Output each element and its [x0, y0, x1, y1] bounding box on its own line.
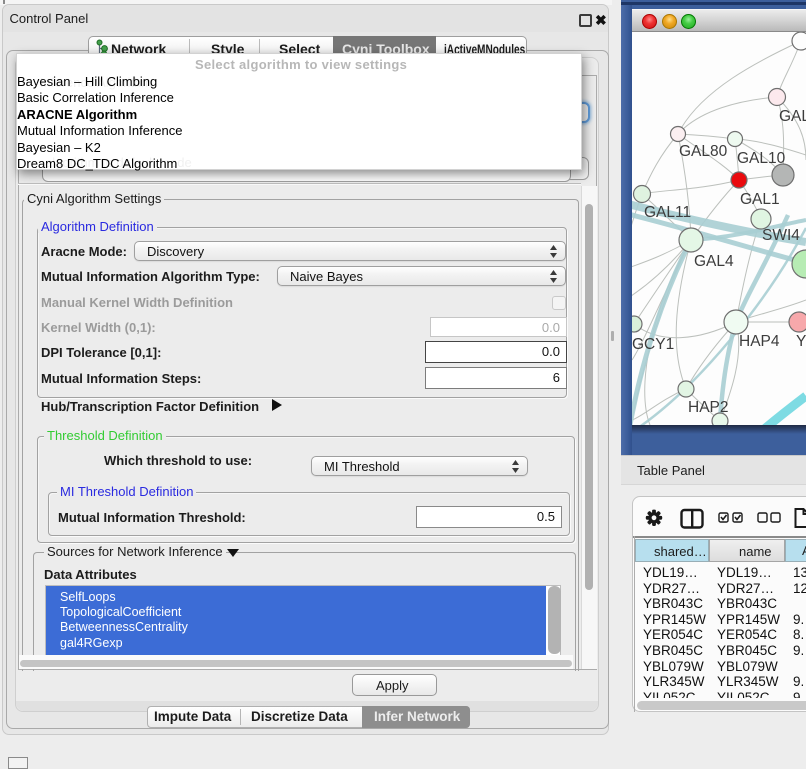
svg-text:GAL80: GAL80	[679, 143, 728, 160]
svg-text:GCY1: GCY1	[632, 336, 674, 353]
svg-text:GAL: GAL	[779, 108, 806, 125]
svg-text:GAL11: GAL11	[644, 204, 691, 221]
svg-text:SWI4: SWI4	[762, 227, 800, 244]
svg-text:Y: Y	[796, 333, 806, 350]
svg-text:HAP4: HAP4	[739, 333, 780, 350]
svg-text:GAL4: GAL4	[694, 253, 734, 270]
svg-text:HAP2: HAP2	[688, 399, 729, 416]
svg-text:GAL10: GAL10	[737, 150, 786, 167]
svg-text:GAL1: GAL1	[740, 191, 780, 208]
